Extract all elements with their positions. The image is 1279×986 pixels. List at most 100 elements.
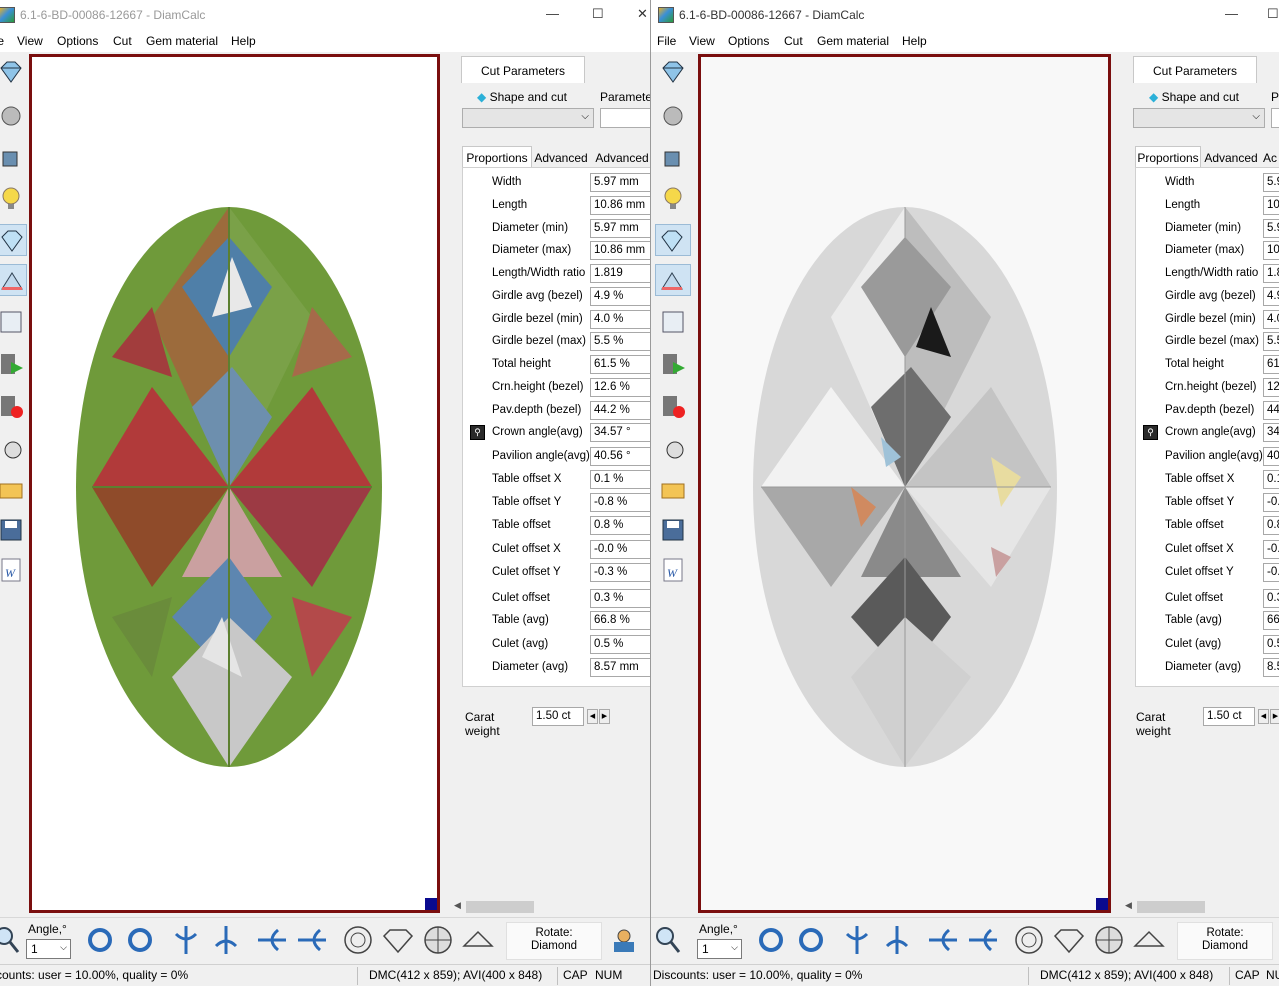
parameter-value-input[interactable]: 0.3	[1263, 589, 1279, 608]
flip-h2-icon[interactable]	[296, 924, 328, 956]
menu-options[interactable]: Options	[57, 34, 98, 48]
spectrum-icon[interactable]	[655, 264, 691, 296]
flip-h2-icon[interactable]	[967, 924, 999, 956]
word-export-icon[interactable]: W	[0, 554, 27, 586]
menu-file[interactable]: File	[657, 34, 676, 48]
parameter-value-input[interactable]: 66.8 %	[590, 611, 650, 630]
shape-combo[interactable]: ⌵	[462, 108, 594, 128]
open-folder-icon[interactable]	[0, 472, 27, 504]
flip-v-icon[interactable]	[170, 924, 202, 956]
parameter-value-input[interactable]: 10	[1263, 196, 1279, 215]
menu-file[interactable]: ile	[0, 34, 4, 48]
diamond-photo-icon[interactable]	[0, 306, 27, 338]
gem-sphere-icon[interactable]	[0, 98, 27, 130]
save-icon[interactable]	[0, 514, 27, 546]
parameter-value-input[interactable]: 0.1 %	[590, 470, 650, 489]
parameter-value-input[interactable]: 66	[1263, 611, 1279, 630]
parameter-value-input[interactable]: 5.5	[1263, 332, 1279, 351]
parameter-value-input[interactable]: 5.9	[1263, 219, 1279, 238]
lightbulb-icon[interactable]	[657, 182, 689, 214]
angle-select[interactable]: 1 ⌵	[697, 939, 742, 959]
diamond-viewport[interactable]	[29, 54, 440, 913]
carat-weight-input[interactable]: 1.50 ct	[532, 707, 584, 726]
carat-increase-button[interactable]: ▶	[1270, 709, 1279, 724]
shape-combo[interactable]: ⌵	[1133, 108, 1265, 128]
parameter-value-input[interactable]: 61	[1263, 355, 1279, 374]
parameter-value-input[interactable]: 1.819	[590, 264, 650, 283]
menu-help[interactable]: Help	[231, 34, 256, 48]
tab-advanced-2[interactable]: Advanced	[592, 147, 650, 169]
diamond-light-icon[interactable]	[655, 224, 691, 256]
side-view-icon[interactable]	[1053, 924, 1085, 956]
parameter-value-input[interactable]: 44.2 %	[590, 401, 650, 420]
parameter-value-input[interactable]: 34	[1263, 423, 1279, 442]
parameter-value-input[interactable]: 1.8	[1263, 264, 1279, 283]
menu-cut[interactable]: Cut	[784, 34, 803, 48]
parameter-value-input[interactable]: 5.97 mm	[590, 219, 650, 238]
tab-cut-parameters[interactable]: Cut Parameters	[461, 56, 585, 83]
menu-view[interactable]: View	[17, 34, 43, 48]
menu-view[interactable]: View	[689, 34, 715, 48]
diamond-icon[interactable]	[657, 56, 689, 88]
menu-help[interactable]: Help	[902, 34, 927, 48]
tab-cut-parameters[interactable]: Cut Parameters	[1133, 56, 1257, 83]
open-folder-icon[interactable]	[657, 472, 689, 504]
lock-icon[interactable]: ⚲	[1143, 425, 1158, 440]
parameter-value-input[interactable]: 0.8	[1263, 516, 1279, 535]
parameters-combo[interactable]	[600, 108, 650, 128]
tab-proportions[interactable]: Proportions	[462, 146, 532, 168]
parameter-value-input[interactable]: 5.97 mm	[590, 173, 650, 192]
video-record-icon[interactable]	[0, 390, 27, 422]
parameter-value-input[interactable]: -0.	[1263, 540, 1279, 559]
parameter-value-input[interactable]: 5.5 %	[590, 332, 650, 351]
parameter-value-input[interactable]: -0.8 %	[590, 493, 650, 512]
parameter-value-input[interactable]: 0.8 %	[590, 516, 650, 535]
parameter-value-input[interactable]: 12.6 %	[590, 378, 650, 397]
top-view-icon[interactable]	[1013, 924, 1045, 956]
paint-bucket-icon[interactable]	[657, 140, 689, 172]
diamond-photo-icon[interactable]	[657, 306, 689, 338]
diamond-light-icon[interactable]	[0, 224, 27, 256]
flip-v-icon[interactable]	[841, 924, 873, 956]
parameter-value-input[interactable]: 0.5 %	[590, 635, 650, 654]
maximize-button[interactable]: ☐	[1267, 6, 1279, 22]
diamond-viewport[interactable]	[698, 54, 1111, 913]
zoom-icon[interactable]	[0, 924, 26, 956]
zoom-icon[interactable]	[653, 924, 685, 956]
parameter-value-input[interactable]: -0.3 %	[590, 563, 650, 582]
parameter-value-input[interactable]: 12	[1263, 378, 1279, 397]
menu-gem-material[interactable]: Gem material	[146, 34, 218, 48]
top-view-icon[interactable]	[342, 924, 374, 956]
flip-v2-icon[interactable]	[881, 924, 913, 956]
carat-weight-input[interactable]: 1.50 ct	[1203, 707, 1255, 726]
tab-advanced[interactable]: Advanced	[532, 147, 590, 169]
parameter-value-input[interactable]: 4.9 %	[590, 287, 650, 306]
title-bar[interactable]: 6.1-6-BD-00086-12667 - DiamCalc — ☐	[651, 0, 1279, 30]
video-play-icon[interactable]	[0, 348, 27, 380]
gem-sphere-icon[interactable]	[657, 98, 689, 130]
parameter-value-input[interactable]: 10.86 mm	[590, 241, 650, 260]
word-export-icon[interactable]: W	[657, 554, 689, 586]
minimize-button[interactable]: —	[1225, 6, 1238, 21]
panel-scrollbar[interactable]: ◀	[1123, 900, 1279, 914]
rotate-ccw-icon[interactable]	[795, 924, 827, 956]
scroll-thumb[interactable]	[1137, 901, 1205, 913]
parameter-value-input[interactable]: 8.57 mm	[590, 658, 650, 677]
tab-advanced[interactable]: Advanced	[1201, 147, 1261, 169]
parameter-value-input[interactable]: -0.	[1263, 563, 1279, 582]
parameter-value-input[interactable]: 4.0 %	[590, 310, 650, 329]
angle-select[interactable]: 1 ⌵	[26, 939, 71, 959]
diamond-icon[interactable]	[0, 56, 27, 88]
carat-increase-button[interactable]: ▶	[599, 709, 610, 724]
carat-decrease-button[interactable]: ◀	[587, 709, 598, 724]
scroll-thumb[interactable]	[466, 901, 534, 913]
tab-advanced-2[interactable]: Ac	[1263, 147, 1279, 169]
parameter-value-input[interactable]: -0.0 %	[590, 540, 650, 559]
flip-h-icon[interactable]	[927, 924, 959, 956]
close-button[interactable]: ✕	[637, 6, 648, 22]
spectrum-icon[interactable]	[0, 264, 27, 296]
panel-scrollbar[interactable]: ◀	[452, 900, 650, 914]
parameters-combo[interactable]	[1271, 108, 1279, 128]
parameter-value-input[interactable]: 4.9	[1263, 287, 1279, 306]
menu-gem-material[interactable]: Gem material	[817, 34, 889, 48]
